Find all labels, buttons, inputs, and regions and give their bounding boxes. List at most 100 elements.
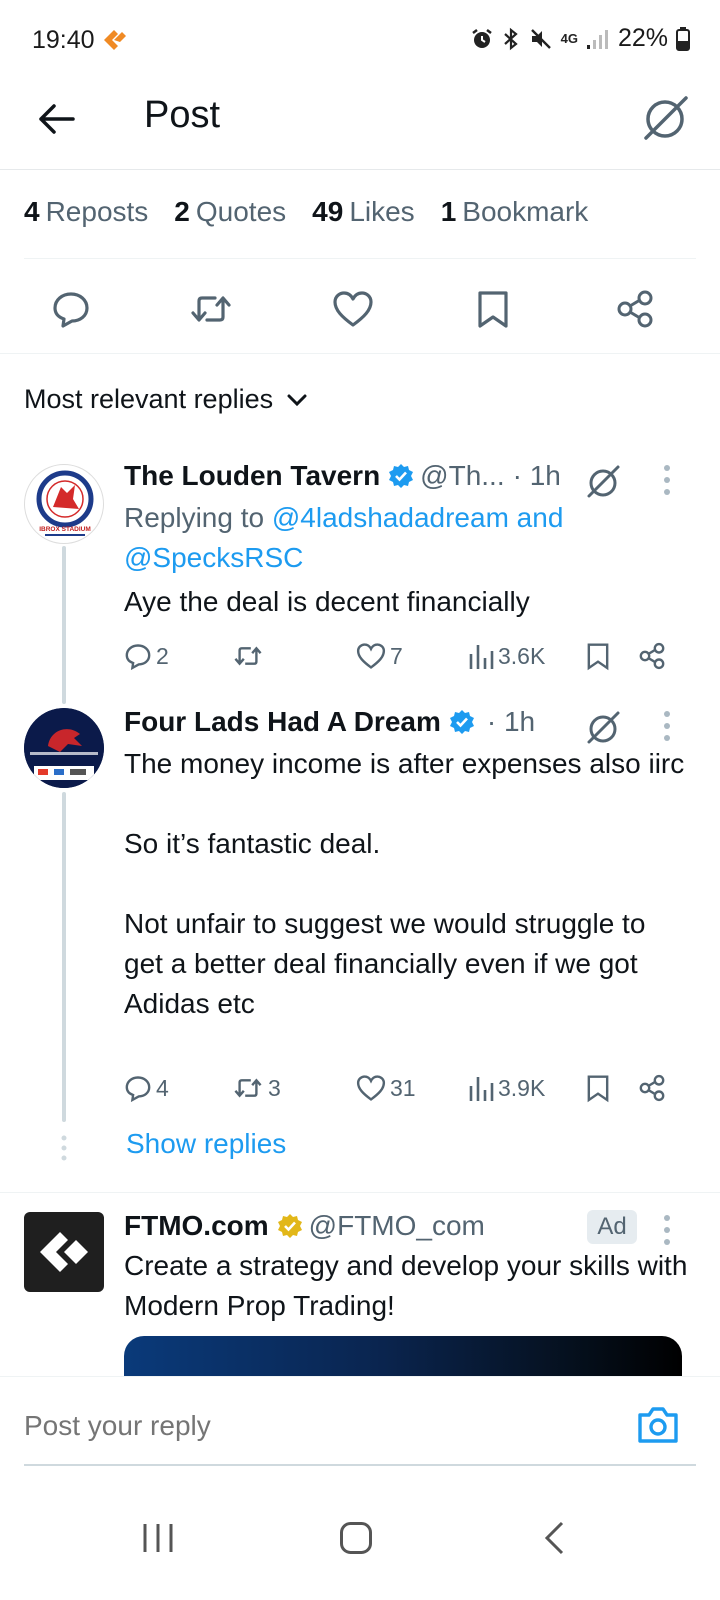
- grok-icon[interactable]: [638, 90, 692, 144]
- grok-icon[interactable]: [584, 708, 622, 746]
- page-title: Post: [144, 94, 221, 136]
- like-icon: [356, 1075, 386, 1101]
- repost-icon: [191, 296, 231, 322]
- recent-apps-button[interactable]: [128, 1508, 188, 1568]
- reply-composer: [0, 1376, 720, 1480]
- views-icon: [469, 1077, 494, 1101]
- reply-icon: [125, 644, 151, 670]
- reply-button[interactable]: [46, 284, 96, 334]
- avatar[interactable]: [24, 708, 104, 788]
- reply-sort-dropdown[interactable]: Most relevant replies: [24, 384, 307, 415]
- bookmark-icon: [478, 291, 508, 328]
- bluetooth-icon: [503, 27, 518, 50]
- post-time: · 1h: [486, 706, 536, 737]
- repost-icon: [234, 1078, 262, 1098]
- reply-button[interactable]: 4: [124, 1068, 169, 1108]
- status-time: 19:40: [32, 26, 95, 54]
- reply-text: The money income is after expenses also …: [124, 748, 685, 1019]
- signal-icon: [586, 29, 608, 49]
- system-nav-bar: [0, 1480, 720, 1600]
- reply-actions: 2 7 3.6K: [124, 636, 684, 676]
- back-arrow-icon: [39, 104, 75, 134]
- more-options-icon[interactable]: [657, 709, 677, 743]
- alarm-icon: [471, 28, 492, 48]
- avatar[interactable]: [24, 1212, 104, 1292]
- verified-gold-badge-icon: [277, 1214, 302, 1238]
- views-button[interactable]: 3.6K: [468, 636, 545, 676]
- share-icon: [617, 290, 653, 328]
- verified-badge-icon: [449, 710, 474, 734]
- status-icons: 4G 22%: [471, 24, 690, 53]
- top-app-bar: Post: [0, 80, 720, 170]
- back-icon: [544, 1521, 564, 1555]
- author-name[interactable]: The Louden Tavern: [124, 460, 380, 492]
- reposts-count[interactable]: 4 Reposts: [24, 196, 148, 228]
- like-button[interactable]: 31: [356, 1068, 416, 1108]
- ad-badge: Ad: [587, 1210, 637, 1244]
- home-icon: [340, 1522, 372, 1554]
- share-button[interactable]: [638, 636, 666, 676]
- author-handle[interactable]: @FTMO_com: [309, 1210, 485, 1242]
- more-options-icon[interactable]: [657, 463, 677, 497]
- quotes-count[interactable]: 2 Quotes: [174, 196, 286, 228]
- composer-underline: [24, 1464, 696, 1466]
- more-options-icon[interactable]: [657, 1213, 677, 1247]
- system-back-button[interactable]: [524, 1508, 584, 1568]
- louden-tavern-logo-icon: IBROX STADIUM: [36, 470, 94, 536]
- ftmo-logo-icon: [40, 1232, 88, 1272]
- like-button[interactable]: [328, 284, 378, 334]
- four-lads-logo-icon: [24, 708, 104, 788]
- home-button[interactable]: [326, 1508, 386, 1568]
- recent-apps-icon: [143, 1524, 173, 1552]
- reply-header: Four Lads Had A Dream · 1h: [124, 706, 535, 738]
- author-name[interactable]: Four Lads Had A Dream: [124, 706, 441, 738]
- author-name[interactable]: FTMO.com: [124, 1210, 269, 1242]
- repost-button[interactable]: 3: [232, 1068, 281, 1108]
- reply-button[interactable]: 2: [124, 636, 169, 676]
- battery-percent: 22%: [617, 24, 668, 52]
- share-button[interactable]: [638, 1068, 666, 1108]
- reply-icon: [125, 1076, 151, 1102]
- grok-icon[interactable]: [584, 462, 622, 500]
- thread-line: [62, 546, 66, 704]
- battery-icon: [676, 26, 690, 51]
- reply-header: The Louden Tavern @Th... · 1h: [124, 460, 561, 492]
- thread-line: [62, 792, 66, 1122]
- bookmarks-count[interactable]: 1 Bookmark: [441, 196, 589, 228]
- repost-button[interactable]: [232, 636, 268, 676]
- status-bar: 19:40 4G 22%: [0, 0, 720, 80]
- views-icon: [469, 645, 494, 669]
- ad-header: FTMO.com @FTMO_com: [124, 1210, 485, 1242]
- bookmark-icon: [587, 1075, 609, 1103]
- thread-continuation-dots: [61, 1135, 67, 1161]
- like-button[interactable]: 7: [356, 636, 403, 676]
- repost-icon: [234, 646, 262, 666]
- camera-icon[interactable]: [636, 1405, 680, 1445]
- show-replies-link[interactable]: Show replies: [126, 1128, 286, 1160]
- like-icon: [333, 291, 373, 327]
- divider: [0, 1192, 720, 1193]
- reply-sort-label: Most relevant replies: [24, 384, 274, 414]
- like-icon: [356, 643, 386, 669]
- views-button[interactable]: 3.9K: [468, 1068, 545, 1108]
- network-type: 4G: [560, 30, 578, 46]
- bookmark-button[interactable]: [586, 636, 610, 676]
- svg-text:IBROX STADIUM: IBROX STADIUM: [39, 526, 91, 533]
- share-icon: [639, 642, 665, 670]
- replying-to: Replying to @4ladshadadream and @SpecksR…: [124, 502, 572, 573]
- bookmark-button[interactable]: [468, 284, 518, 334]
- reply-input[interactable]: [24, 1410, 584, 1442]
- divider: [24, 258, 696, 259]
- post-time: · 1h: [512, 460, 561, 491]
- mute-icon: [530, 28, 551, 49]
- verified-badge-icon: [389, 464, 414, 488]
- share-button[interactable]: [610, 284, 660, 334]
- chevron-down-icon: [287, 394, 307, 406]
- bookmark-button[interactable]: [586, 1068, 610, 1108]
- author-handle[interactable]: @Th...: [420, 460, 504, 492]
- back-arrow-button[interactable]: [34, 96, 80, 142]
- avatar[interactable]: IBROX STADIUM: [24, 464, 104, 544]
- reply-icon: [53, 292, 89, 328]
- likes-count[interactable]: 49 Likes: [312, 196, 415, 228]
- repost-button[interactable]: [186, 284, 236, 334]
